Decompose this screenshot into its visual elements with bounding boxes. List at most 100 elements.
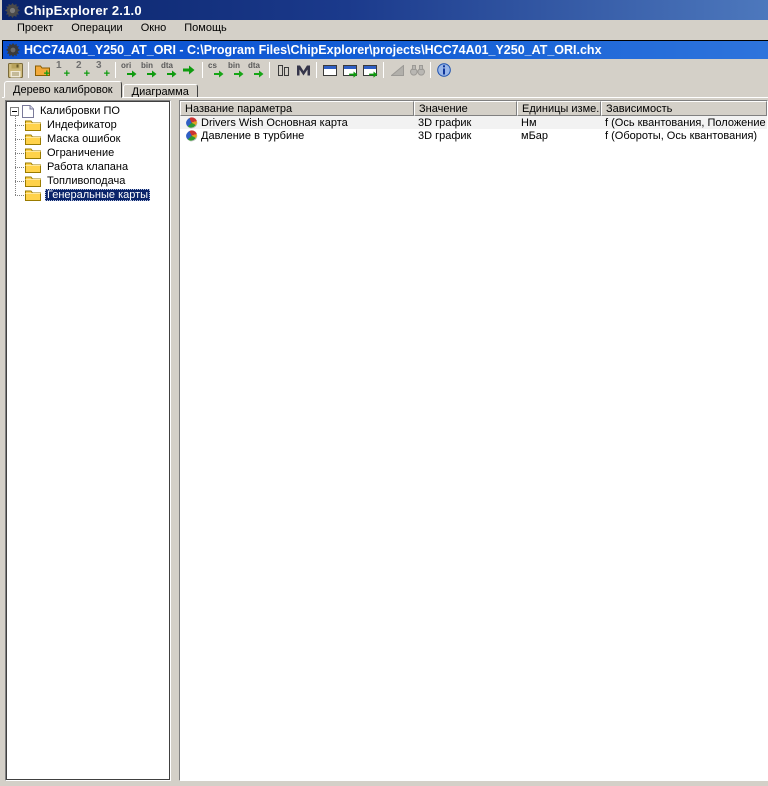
add-level3-button[interactable]: 3 + <box>92 60 112 80</box>
table-header: Название параметра Значение Единицы изме… <box>180 101 767 116</box>
digit-2-icon: 2 <box>76 60 82 71</box>
chip-gear-icon <box>5 2 20 18</box>
window-export-button[interactable] <box>340 60 360 80</box>
toolbar-separator <box>430 62 431 78</box>
window-send-button[interactable] <box>360 60 380 80</box>
import-bin-button[interactable]: bin <box>226 60 246 80</box>
ramp-icon <box>390 64 404 76</box>
parameter-table-panel: Название параметра Значение Единицы изме… <box>179 100 768 781</box>
toolbar-separator <box>202 62 203 78</box>
tree-item-label[interactable]: Топливоподача <box>45 175 127 187</box>
info-button[interactable] <box>434 60 454 80</box>
table-row[interactable]: Давление в турбине 3D график мБар f (Обо… <box>180 129 767 142</box>
compare-icon <box>277 64 290 77</box>
import-dta-button[interactable]: dta <box>246 60 266 80</box>
column-header-units[interactable]: Единицы изме... <box>517 101 601 116</box>
menu-help[interactable]: Помощь <box>175 21 236 36</box>
3d-map-icon <box>184 129 199 142</box>
document-title: HCC74A01_Y250_AT_ORI - C:\Program Files\… <box>24 43 602 57</box>
digit-1-icon: 1 <box>56 60 62 71</box>
tree-item-valve-operation[interactable]: Работа клапана <box>15 160 168 174</box>
toolbar-separator <box>28 62 29 78</box>
new-window-button[interactable] <box>320 60 340 80</box>
folder-icon <box>25 175 41 187</box>
add-folder-button[interactable]: + <box>32 60 52 80</box>
digit-3-icon: 3 <box>96 60 102 71</box>
parameter-units: Нм <box>521 116 537 129</box>
tree-item-label[interactable]: Ограничение <box>45 147 116 159</box>
parameter-dependency: f (Обороты, Ось квантования) <box>605 129 758 142</box>
3d-map-icon <box>184 116 199 129</box>
save-icon <box>7 62 23 78</box>
parameter-name: Drivers Wish Основная карта <box>201 116 348 129</box>
parameter-dependency: f (Ось квантования, Положение ДЗ) <box>605 116 767 129</box>
tree-item-general-maps[interactable]: Генеральные карты <box>15 188 168 202</box>
import-cs-button[interactable]: cs <box>206 60 226 80</box>
save-button[interactable] <box>5 60 25 80</box>
dta-label: dta <box>248 61 260 70</box>
tab-label: Дерево калибровок <box>13 84 113 96</box>
title-bar[interactable]: ChipExplorer 2.1.0 <box>2 0 768 20</box>
menu-bar: Проект Операции Окно Помощь <box>2 20 768 38</box>
green-arrow-icon <box>214 70 224 78</box>
export-dta-button[interactable]: dta <box>159 60 179 80</box>
folder-icon <box>25 147 41 159</box>
toolbar: + 1 + 2 + 3 + ori bin dta cs bin dta <box>2 59 768 81</box>
tree-root[interactable]: Калибровки ПО <box>8 104 168 118</box>
window-icon <box>323 64 337 76</box>
tree-item-identifier[interactable]: Индефикатор <box>15 118 168 132</box>
parameter-value: 3D график <box>418 116 472 129</box>
calibration-tree-panel[interactable]: Калибровки ПО Индефикатор Маска ошибок О… <box>5 100 171 781</box>
tab-diagram[interactable]: Диаграмма <box>122 84 198 98</box>
document-title-bar[interactable]: HCC74A01_Y250_AT_ORI - C:\Program Files\… <box>2 40 768 59</box>
ramp-button[interactable] <box>387 60 407 80</box>
chip-gear-icon <box>6 43 20 57</box>
document-icon <box>22 104 34 118</box>
toolbar-separator <box>269 62 270 78</box>
tree-item-fuel-supply[interactable]: Топливоподача <box>15 174 168 188</box>
tree-item-label[interactable]: Маска ошибок <box>45 133 122 145</box>
add-level1-button[interactable]: 1 + <box>52 60 72 80</box>
tab-calibration-tree[interactable]: Дерево калибровок <box>4 81 122 98</box>
tree-item-label[interactable]: Работа клапана <box>45 161 130 173</box>
search-button[interactable] <box>407 60 427 80</box>
export-bin-button[interactable]: bin <box>139 60 159 80</box>
column-header-value[interactable]: Значение <box>414 101 517 116</box>
compare-button[interactable] <box>273 60 293 80</box>
tree-item-error-mask[interactable]: Маска ошибок <box>15 132 168 146</box>
binoculars-icon <box>409 64 425 76</box>
green-arrow-icon <box>127 70 137 78</box>
tree-root-label[interactable]: Калибровки ПО <box>38 105 122 117</box>
menu-operations[interactable]: Операции <box>62 21 131 36</box>
plus-icon: + <box>63 68 70 80</box>
main-content: Калибровки ПО Индефикатор Маска ошибок О… <box>2 98 768 784</box>
menu-project[interactable]: Проект <box>8 21 62 36</box>
folder-icon <box>25 119 41 131</box>
merge-button[interactable] <box>293 60 313 80</box>
dta-label: dta <box>161 61 173 70</box>
export-ori-button[interactable]: ori <box>119 60 139 80</box>
tree-item-label[interactable]: Генеральные карты <box>45 189 151 201</box>
column-header-dependency[interactable]: Зависимость <box>601 101 767 116</box>
plus-icon: + <box>43 68 50 80</box>
application-window: { "window": { "title": "ChipExplorer 2.1… <box>0 0 768 786</box>
tree-item-limitation[interactable]: Ограничение <box>15 146 168 160</box>
toolbar-separator <box>316 62 317 78</box>
cs-label: cs <box>208 61 217 70</box>
menu-window[interactable]: Окно <box>132 21 176 36</box>
table-row[interactable]: Drivers Wish Основная карта 3D график Нм… <box>180 116 767 129</box>
parameter-value: 3D график <box>418 129 472 142</box>
info-icon <box>437 63 451 77</box>
folder-icon <box>25 161 41 173</box>
collapse-expander-icon[interactable] <box>10 106 19 116</box>
tab-bar: Дерево калибровок Диаграмма <box>2 81 768 98</box>
tab-label: Диаграмма <box>131 85 189 98</box>
green-arrow-icon <box>254 70 264 78</box>
column-header-name[interactable]: Название параметра <box>180 101 414 116</box>
export-button[interactable] <box>179 60 199 80</box>
add-level2-button[interactable]: 2 + <box>72 60 92 80</box>
green-arrow-icon <box>147 70 157 78</box>
tree-item-label[interactable]: Индефикатор <box>45 119 119 131</box>
panel-splitter[interactable] <box>171 100 179 781</box>
green-arrow-icon <box>167 70 177 78</box>
